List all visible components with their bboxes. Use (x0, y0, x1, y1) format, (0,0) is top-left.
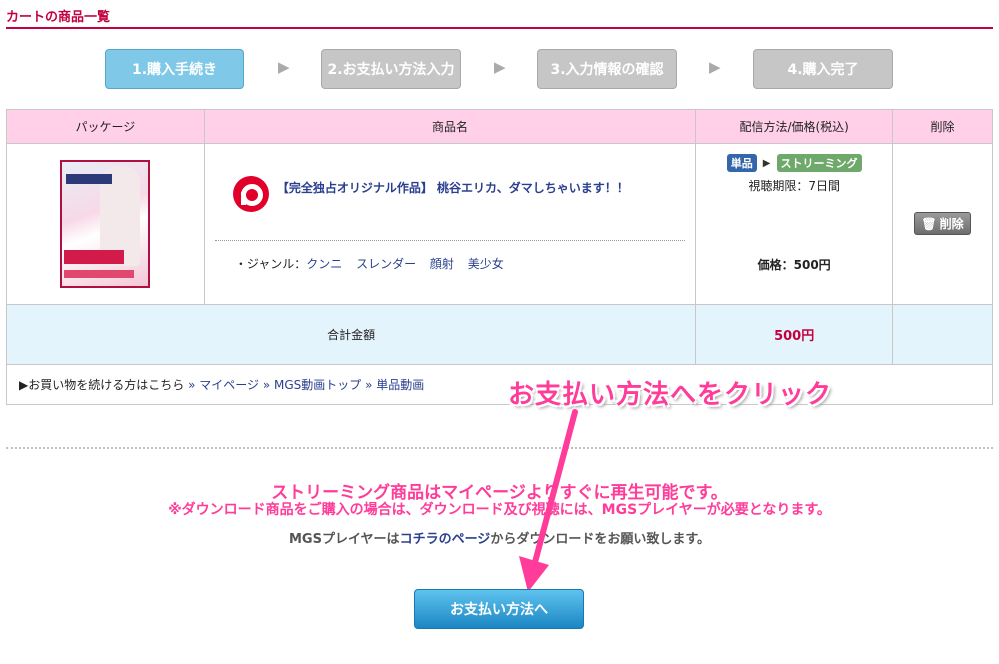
genre-link[interactable]: スレンダー (356, 257, 416, 271)
item-price: 価格：500円 (757, 258, 831, 272)
delete-button[interactable]: 🗑 削除 (914, 212, 971, 235)
link-separator: » (262, 378, 271, 392)
table-header-row: パッケージ 商品名 配信方法/価格(税込) 削除 (6, 109, 993, 144)
trash-icon: 🗑 (921, 216, 937, 231)
header-product-name: 商品名 (203, 109, 697, 144)
section-divider (6, 447, 993, 449)
header-delivery-price: 配信方法/価格(税込) (695, 109, 894, 144)
step-2: 2.お支払い方法入力 (321, 49, 461, 89)
cart-table: パッケージ 商品名 配信方法/価格(税込) 削除 【完全独占オリジナル作品】 桃… (5, 109, 993, 405)
genre-line: ・ジャンル：クンニ スレンダー 顔射 美少女 (235, 255, 685, 272)
price-cell: 単品 ▶ ストリーミング 視聴期限：7日間 価格：500円 (695, 143, 894, 305)
continue-text: ▶お買い物を続ける方はこちら (19, 378, 185, 392)
player-suffix: からダウンロードをお願い致します。 (490, 532, 711, 547)
step-arrow-icon: ▶ (494, 58, 506, 76)
continue-row: ▶お買い物を続ける方はこちら » マイページ » MGS動画トップ » 単品動画 (6, 364, 993, 405)
product-name-cell: 【完全独占オリジナル作品】 桃谷エリカ、ダマしちゃいます！！ ・ジャンル：クンニ… (203, 143, 697, 305)
total-label: 合計金額 (5, 304, 697, 365)
header-package: パッケージ (6, 109, 205, 144)
package-cell (6, 143, 205, 305)
step-arrow-icon: ▶ (278, 58, 290, 76)
step-1: 1.購入手続き (105, 49, 244, 89)
mgs-top-link[interactable]: MGS動画トップ (274, 378, 361, 392)
step-arrow-icon: ▶ (709, 58, 721, 76)
genre-link[interactable]: クンニ (306, 257, 342, 271)
divider (214, 240, 686, 241)
header-delete: 削除 (892, 109, 993, 144)
delete-cell: 🗑 削除 (892, 143, 993, 305)
genre-link[interactable]: 美少女 (468, 257, 504, 271)
total-amount: 500円 (695, 304, 894, 365)
proceed-to-payment-button[interactable]: お支払い方法へ (414, 589, 584, 629)
genre-label: ・ジャンル： (234, 257, 307, 271)
step-3: 3.入力情報の確認 (537, 49, 677, 89)
player-prefix: MGSプレイヤーは (288, 532, 400, 547)
step-4: 4.購入完了 (753, 49, 893, 89)
download-notice: ※ダウンロード商品をご購入の場合は、ダウンロード及び視聴には、MGSプレイヤーが… (168, 502, 831, 518)
delete-label: 削除 (939, 217, 964, 231)
package-thumbnail[interactable] (60, 160, 151, 288)
annotation-text: お支払い方法へをクリック (508, 380, 833, 410)
link-separator: » (365, 378, 373, 392)
table-row: 【完全独占オリジナル作品】 桃谷エリカ、ダマしちゃいます！！ ・ジャンル：クンニ… (6, 143, 993, 305)
page-title: カートの商品一覧 (6, 10, 111, 25)
total-row: 合計金額 500円 (5, 304, 993, 365)
single-videos-link[interactable]: 単品動画 (376, 378, 424, 392)
player-download-link[interactable]: コチラのページ (400, 532, 491, 547)
mypage-link[interactable]: マイページ (199, 378, 259, 392)
viewing-period: 視聴期限：7日間 (748, 179, 840, 193)
player-notice: MGSプレイヤーはコチラのページからダウンロードをお願い致します。 (0, 528, 999, 547)
single-badge: 単品 (726, 154, 757, 172)
link-separator: » (188, 378, 196, 392)
title-rule (6, 27, 993, 29)
genre-link[interactable]: 顔射 (430, 257, 454, 271)
brand-logo-icon (232, 176, 269, 212)
streaming-badge: ストリーミング (776, 154, 862, 172)
arrow-icon: ▶ (762, 157, 771, 169)
product-title-link[interactable]: 【完全独占オリジナル作品】 桃谷エリカ、ダマしちゃいます！！ (277, 179, 629, 196)
